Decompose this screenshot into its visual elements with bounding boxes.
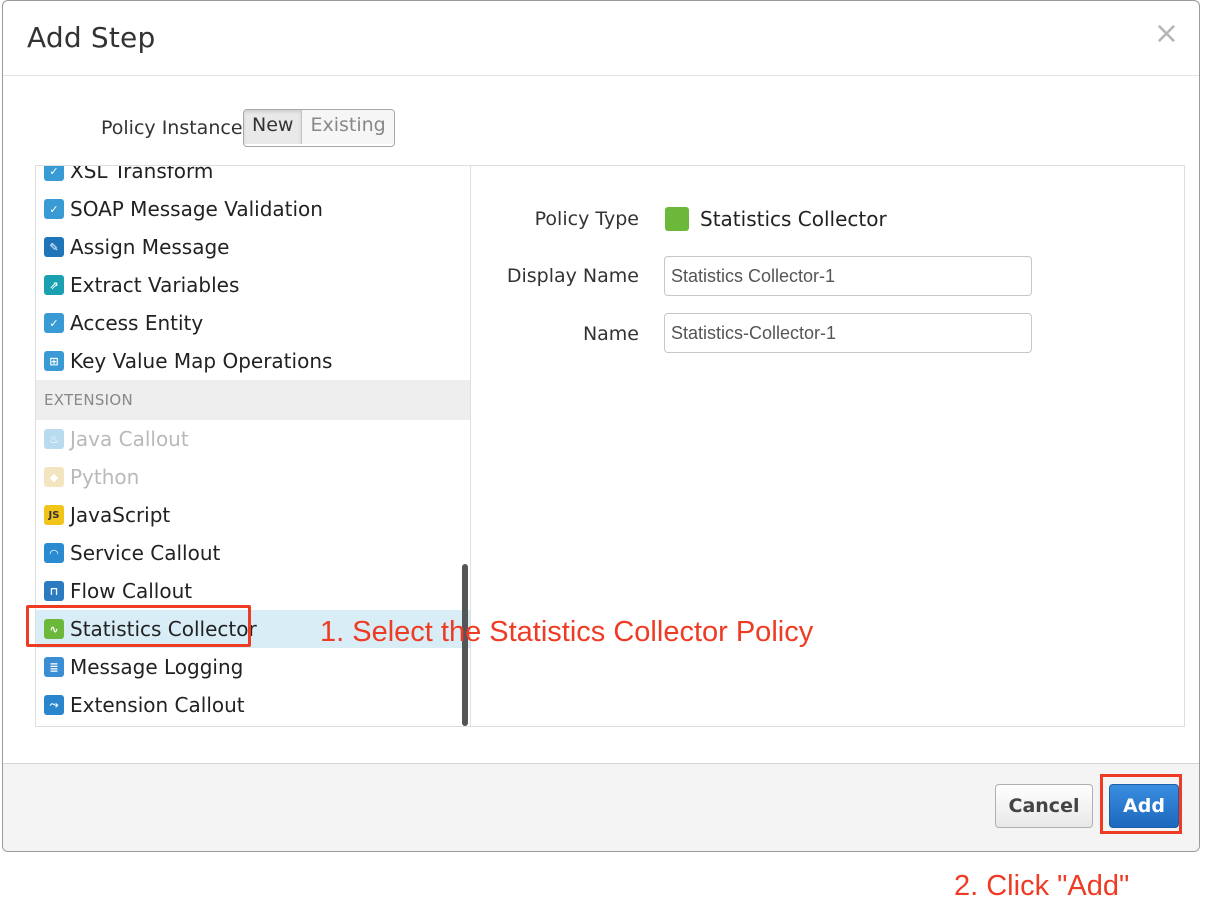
pencil-icon: ✎ (44, 237, 64, 257)
extension-callout-icon: ⤳ (44, 695, 64, 715)
python-icon: ◆ (44, 467, 64, 487)
list-item-label: Extension Callout (70, 693, 245, 717)
list-item-label: Message Logging (70, 655, 244, 679)
flow-callout-icon: ⊓ (44, 581, 64, 601)
list-item-label: Service Callout (70, 541, 221, 565)
service-callout-icon: ◠ (44, 543, 64, 563)
close-icon[interactable]: × (1154, 19, 1179, 49)
list-item-label: Python (70, 465, 140, 489)
instance-new-button[interactable]: New (244, 110, 303, 144)
list-item-label: JavaScript (70, 503, 171, 527)
name-field[interactable] (664, 313, 1032, 353)
list-item-xsl-transform[interactable]: ✓ XSL Transform (36, 166, 470, 190)
list-item-label: Java Callout (70, 427, 189, 451)
policy-type-value: Statistics Collector (700, 207, 887, 231)
list-item-access-entity[interactable]: ✓ Access Entity (36, 304, 470, 342)
list-item-key-value-map-operations[interactable]: ⊞ Key Value Map Operations (36, 342, 470, 380)
cloud-check-icon: ✓ (44, 166, 64, 181)
section-header-extension: EXTENSION (36, 380, 470, 420)
list-item-label: Statistics Collector (70, 617, 257, 641)
statistics-icon (665, 207, 689, 231)
instance-existing-button[interactable]: Existing (302, 110, 394, 144)
annotation-step-2: 2. Click "Add" (954, 870, 1130, 902)
list-item-label: Assign Message (70, 235, 230, 259)
list-item-javascript[interactable]: JS JavaScript (36, 496, 470, 534)
policy-instance-row: Policy Instance New Existing (3, 107, 603, 147)
list-item-label: Access Entity (70, 311, 204, 335)
cloud-check-icon: ✓ (44, 199, 64, 219)
list-item-message-logging[interactable]: ≣ Message Logging (36, 648, 470, 686)
list-item-label: Key Value Map Operations (70, 349, 333, 373)
key-value-map-icon: ⊞ (44, 351, 64, 371)
display-name-field[interactable] (664, 256, 1032, 296)
modal-footer: Cancel Add (3, 763, 1199, 851)
modal-header: Add Step × (3, 1, 1199, 76)
list-item-java-callout: ♨ Java Callout (36, 420, 470, 458)
add-step-dialog: Add Step × Policy Instance New Existing … (2, 0, 1200, 852)
policy-instance-label: Policy Instance (101, 117, 243, 139)
statistics-icon: ∿ (44, 619, 64, 639)
java-icon: ♨ (44, 429, 64, 449)
list-item-label: Flow Callout (70, 579, 193, 603)
modal-title: Add Step (27, 21, 156, 54)
display-name-label: Display Name (506, 265, 639, 287)
list-item-flow-callout[interactable]: ⊓ Flow Callout (36, 572, 470, 610)
list-item-label: XSL Transform (70, 166, 214, 183)
cancel-button[interactable]: Cancel (995, 784, 1093, 828)
list-item-extract-variables[interactable]: ⇗ Extract Variables (36, 266, 470, 304)
list-item-service-callout[interactable]: ◠ Service Callout (36, 534, 470, 572)
message-logging-icon: ≣ (44, 657, 64, 677)
list-item-extension-callout[interactable]: ⤳ Extension Callout (36, 686, 470, 724)
list-item-assign-message[interactable]: ✎ Assign Message (36, 228, 470, 266)
list-item-label: SOAP Message Validation (70, 197, 323, 221)
policy-type-label: Policy Type (534, 208, 639, 230)
policy-instance-toggle: New Existing (243, 109, 395, 147)
add-button[interactable]: Add (1109, 784, 1179, 828)
list-item-soap-message-validation[interactable]: ✓ SOAP Message Validation (36, 190, 470, 228)
extract-icon: ⇗ (44, 275, 64, 295)
list-item-python: ◆ Python (36, 458, 470, 496)
cloud-check-icon: ✓ (44, 313, 64, 333)
name-label: Name (582, 323, 639, 345)
list-item-label: Extract Variables (70, 273, 240, 297)
annotation-step-1: 1. Select the Statistics Collector Polic… (320, 616, 814, 648)
javascript-icon: JS (44, 505, 64, 525)
